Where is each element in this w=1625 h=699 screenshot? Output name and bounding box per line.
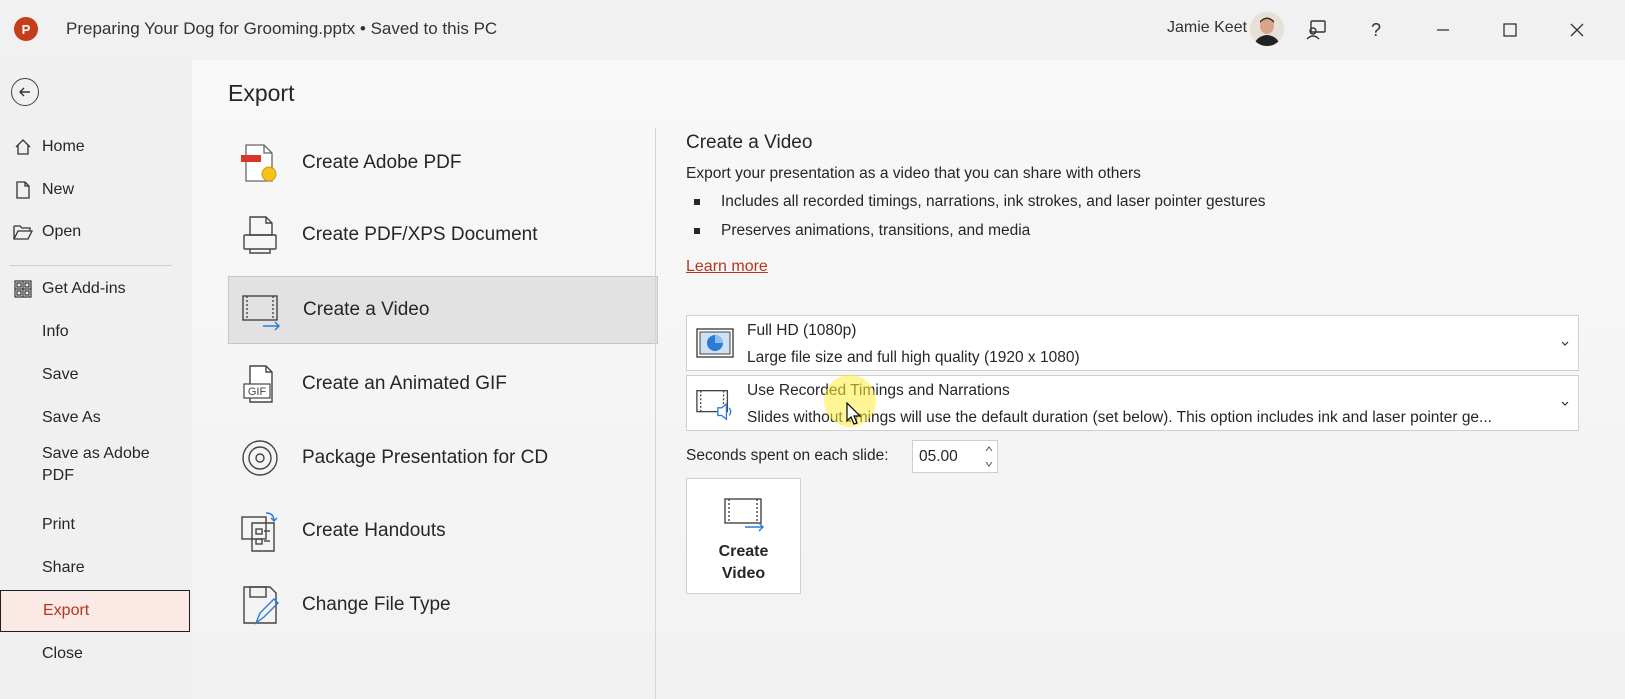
gif-icon: GIF — [236, 360, 284, 408]
option-label: Create an Animated GIF — [302, 373, 507, 394]
option-label: Create a Video — [303, 299, 430, 320]
timings-dropdown[interactable]: Use Recorded Timings and Narrations Slid… — [686, 375, 1579, 431]
minimize-icon[interactable] — [1427, 14, 1459, 46]
svg-text:GIF: GIF — [248, 386, 267, 398]
handouts-icon — [236, 507, 284, 555]
nav-item-close[interactable]: Close — [0, 633, 190, 675]
cd-icon — [236, 434, 284, 482]
bullet-icon — [694, 228, 700, 234]
seconds-per-slide-stepper[interactable]: 05.00 — [912, 440, 998, 473]
option-label: Package Presentation for CD — [302, 447, 549, 468]
nav-label: Close — [42, 645, 83, 662]
nav-separator — [10, 265, 172, 266]
nav-label: Get Add-ins — [42, 280, 126, 297]
timings-title: Use Recorded Timings and Narrations — [747, 382, 1010, 399]
nav-label: Save — [42, 366, 79, 383]
close-icon[interactable] — [1561, 14, 1593, 46]
nav-label: Export — [43, 602, 90, 619]
comments-icon[interactable] — [1300, 14, 1332, 46]
pane-title: Create a Video — [686, 132, 813, 153]
seconds-value[interactable]: 05.00 — [919, 448, 958, 466]
pdf-xps-icon — [236, 211, 284, 259]
nav-label: Save as Adobe PDF — [42, 445, 150, 484]
nav-item-save-as[interactable]: Save As — [0, 397, 190, 439]
create-video-label-line1: Create — [718, 543, 769, 560]
export-option-create-a-video[interactable]: Create a Video — [228, 276, 658, 344]
nav-item-home[interactable]: Home — [0, 126, 190, 168]
open-folder-icon — [12, 221, 34, 243]
nav-label: Save As — [42, 409, 101, 426]
export-option-create-pdf-xps[interactable]: Create PDF/XPS Document — [228, 201, 658, 269]
nav-label: Open — [42, 223, 82, 240]
create-video-label: Create Video — [687, 541, 800, 585]
title-bar: P Preparing Your Dog for Grooming.pptx •… — [0, 0, 1625, 60]
create-video-label-line2: Video — [721, 565, 766, 582]
backstage-nav: Home New Open Get Add-ins Info Save Save… — [0, 60, 192, 699]
display-quality-icon — [695, 326, 735, 362]
change-file-type-icon — [236, 581, 284, 629]
export-option-package-for-cd[interactable]: Package Presentation for CD — [228, 424, 658, 492]
nav-item-save-as-adobe-pdf[interactable]: Save as Adobe PDF — [0, 441, 190, 491]
video-icon — [237, 286, 285, 334]
nav-label: Share — [42, 559, 85, 576]
video-icon — [723, 495, 767, 533]
seconds-per-slide-label: Seconds spent on each slide: — [686, 447, 889, 464]
maximize-icon[interactable] — [1494, 14, 1526, 46]
quality-description: Large file size and full high quality (1… — [747, 349, 1080, 366]
nav-item-print[interactable]: Print — [0, 504, 190, 546]
nav-item-open[interactable]: Open — [0, 211, 190, 253]
user-name[interactable]: Jamie Keet — [1167, 19, 1247, 37]
document-title: Preparing Your Dog for Grooming.pptx • S… — [66, 19, 498, 38]
bullet-icon — [694, 199, 700, 205]
home-icon — [12, 136, 34, 158]
help-icon[interactable]: ? — [1360, 14, 1392, 46]
option-label: Create PDF/XPS Document — [302, 224, 538, 245]
back-arrow-icon[interactable] — [11, 78, 39, 106]
nav-item-export[interactable]: Export — [0, 590, 190, 632]
nav-label: Home — [42, 138, 85, 155]
mouse-cursor-icon — [846, 401, 862, 426]
powerpoint-logo-icon: P — [14, 17, 38, 41]
export-option-create-adobe-pdf[interactable]: Create Adobe PDF — [228, 129, 658, 197]
nav-label: New — [42, 181, 75, 198]
video-quality-dropdown[interactable]: Full HD (1080p) Large file size and full… — [686, 315, 1579, 371]
pane-divider — [655, 128, 656, 699]
stepper-up-icon[interactable] — [984, 444, 994, 454]
pane-description: Export your presentation as a video that… — [686, 165, 1141, 182]
export-option-create-handouts[interactable]: Create Handouts — [228, 497, 658, 565]
nav-item-new[interactable]: New — [0, 169, 190, 211]
nav-item-share[interactable]: Share — [0, 547, 190, 589]
nav-item-get-add-ins[interactable]: Get Add-ins — [0, 268, 190, 310]
adobe-pdf-icon — [236, 139, 284, 187]
nav-item-save[interactable]: Save — [0, 354, 190, 396]
add-ins-icon — [12, 278, 34, 300]
page-title: Export — [228, 80, 295, 106]
bullet-text: Preserves animations, transitions, and m… — [721, 222, 1031, 239]
nav-item-info[interactable]: Info — [0, 311, 190, 353]
option-label: Change File Type — [302, 594, 451, 615]
create-video-button[interactable]: Create Video — [686, 478, 801, 594]
nav-label: Print — [42, 516, 75, 533]
export-option-create-animated-gif[interactable]: GIF Create an Animated GIF — [228, 350, 658, 418]
avatar[interactable] — [1250, 12, 1284, 46]
chevron-down-icon — [1560, 396, 1570, 406]
export-option-change-file-type[interactable]: Change File Type — [228, 571, 658, 639]
user-avatar-icon — [1250, 12, 1284, 46]
bullet-text: Includes all recorded timings, narration… — [721, 193, 1266, 210]
learn-more-link[interactable]: Learn more — [686, 258, 768, 276]
option-label: Create Handouts — [302, 520, 446, 541]
stepper-down-icon[interactable] — [984, 459, 994, 469]
nav-label: Info — [42, 323, 69, 340]
option-label: Create Adobe PDF — [302, 152, 462, 173]
chevron-down-icon — [1560, 336, 1570, 346]
new-document-icon — [12, 179, 34, 201]
quality-title: Full HD (1080p) — [747, 322, 857, 339]
narration-video-icon — [695, 386, 735, 422]
